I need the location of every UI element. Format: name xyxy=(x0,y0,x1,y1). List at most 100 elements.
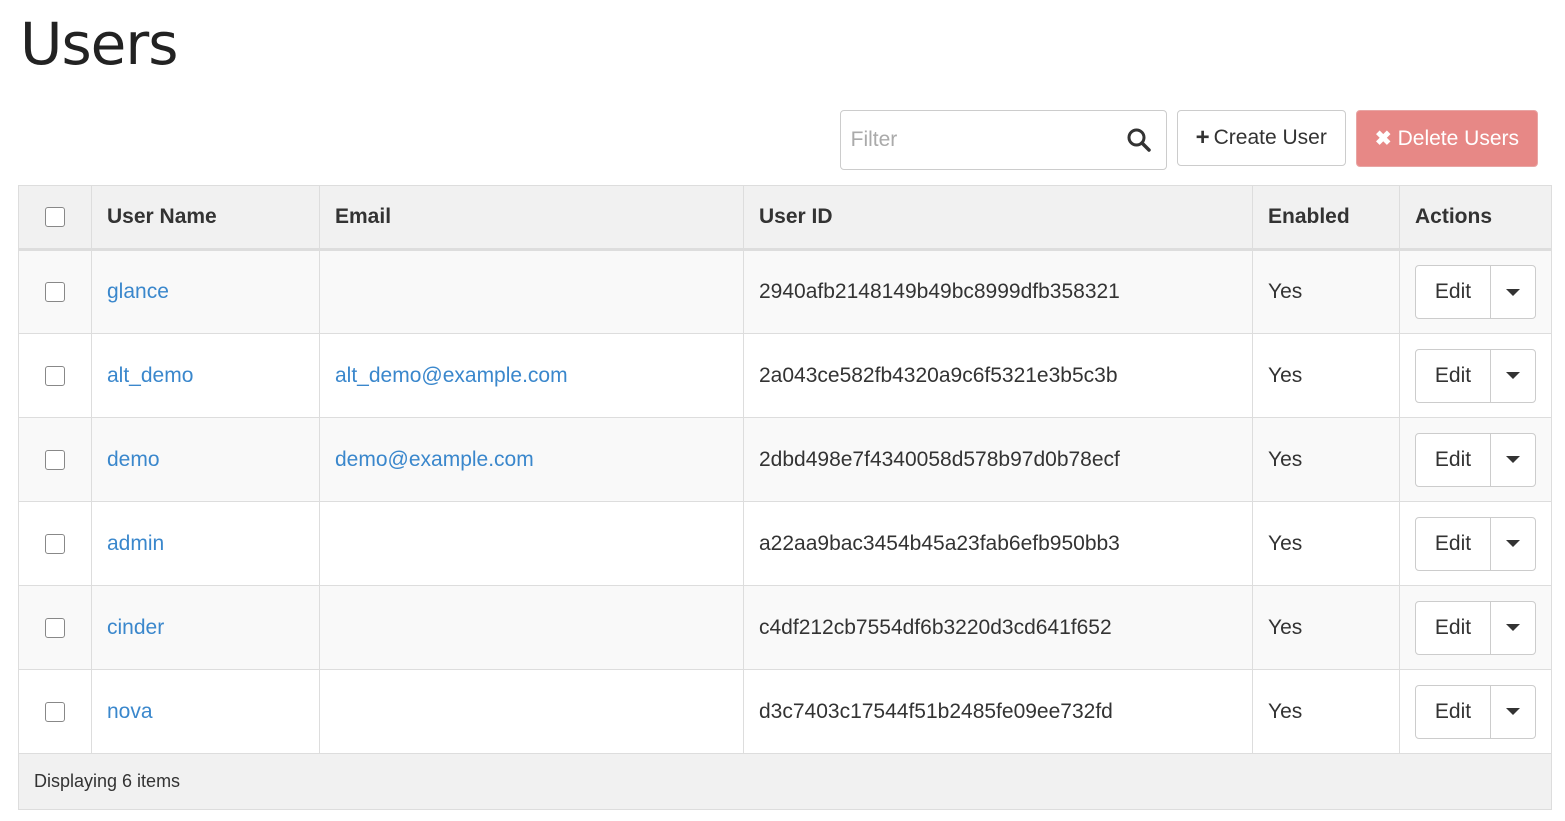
email-link[interactable]: alt_demo@example.com xyxy=(335,364,568,387)
table-toolbar: + Create User ✖ Delete Users xyxy=(839,110,1538,170)
user-name-link[interactable]: demo xyxy=(107,448,160,471)
user-name-cell: glance xyxy=(91,249,320,334)
edit-button[interactable]: Edit xyxy=(1416,349,1491,402)
column-header-user-id[interactable]: User ID xyxy=(743,185,1253,251)
row-checkbox[interactable] xyxy=(45,701,65,722)
email-cell: alt_demo@example.com xyxy=(319,333,744,418)
row-select-cell xyxy=(18,501,92,586)
actions-dropdown-toggle[interactable] xyxy=(1491,686,1535,738)
user-name-link[interactable]: nova xyxy=(107,700,153,723)
user-name-cell: demo xyxy=(91,417,320,502)
enabled-cell: Yes xyxy=(1252,249,1400,334)
create-user-label: Create User xyxy=(1213,126,1327,149)
chevron-down-icon xyxy=(1506,624,1520,631)
user-name-cell: admin xyxy=(91,501,320,586)
email-link[interactable]: demo@example.com xyxy=(335,448,534,471)
user-name-link[interactable]: cinder xyxy=(107,616,164,639)
actions-cell: Edit xyxy=(1399,333,1552,418)
row-actions-group: Edit xyxy=(1415,265,1536,319)
row-checkbox[interactable] xyxy=(45,617,65,638)
user-id-cell: c4df212cb7554df6b3220d3cd641f652 xyxy=(743,585,1253,670)
actions-dropdown-toggle[interactable] xyxy=(1491,266,1535,318)
row-checkbox[interactable] xyxy=(45,282,65,303)
row-checkbox[interactable] xyxy=(45,533,65,554)
chevron-down-icon xyxy=(1506,456,1520,463)
page-title: Users xyxy=(20,10,178,78)
edit-button[interactable]: Edit xyxy=(1416,601,1491,654)
chevron-down-icon xyxy=(1506,708,1520,715)
row-actions-group: Edit xyxy=(1415,600,1536,655)
enabled-cell: Yes xyxy=(1252,669,1400,754)
column-header-user-name[interactable]: User Name xyxy=(91,185,320,251)
table-row: alt_demo alt_demo@example.com 2a043ce582… xyxy=(18,333,1552,418)
edit-button[interactable]: Edit xyxy=(1416,266,1491,318)
table-row: cinder c4df212cb7554df6b3220d3cd641f652 … xyxy=(18,585,1552,670)
edit-button[interactable]: Edit xyxy=(1416,517,1491,570)
row-checkbox[interactable] xyxy=(45,449,65,470)
row-select-cell xyxy=(18,417,92,502)
filter-input[interactable] xyxy=(840,112,1111,168)
delete-users-button[interactable]: ✖ Delete Users xyxy=(1355,110,1538,167)
enabled-cell: Yes xyxy=(1252,333,1400,418)
actions-dropdown-toggle[interactable] xyxy=(1491,602,1535,654)
user-id-cell: 2a043ce582fb4320a9c6f5321e3b5c3b xyxy=(743,333,1253,418)
chevron-down-icon xyxy=(1506,540,1520,547)
row-actions-group: Edit xyxy=(1415,348,1536,403)
users-table: User Name Email User ID Enabled Actions … xyxy=(18,185,1552,810)
enabled-cell: Yes xyxy=(1252,585,1400,670)
search-icon[interactable] xyxy=(1126,127,1152,153)
plus-icon: + xyxy=(1195,124,1210,151)
row-select-cell xyxy=(18,333,92,418)
table-row: admin a22aa9bac3454b45a23fab6efb950bb3 Y… xyxy=(18,501,1552,586)
actions-cell: Edit xyxy=(1399,249,1552,334)
row-select-cell xyxy=(18,585,92,670)
user-name-link[interactable]: glance xyxy=(107,280,169,303)
chevron-down-icon xyxy=(1506,288,1520,296)
column-header-enabled[interactable]: Enabled xyxy=(1252,185,1400,251)
row-select-cell xyxy=(18,669,92,754)
email-cell xyxy=(319,669,744,754)
user-id-cell: a22aa9bac3454b45a23fab6efb950bb3 xyxy=(743,501,1253,586)
table-header-row: User Name Email User ID Enabled Actions xyxy=(18,185,1552,251)
item-count-text: Displaying 6 items xyxy=(18,753,1552,810)
row-actions-group: Edit xyxy=(1415,516,1536,571)
email-cell xyxy=(319,501,744,586)
user-id-cell: 2dbd498e7f4340058d578b97d0b78ecf xyxy=(743,417,1253,502)
actions-dropdown-toggle[interactable] xyxy=(1491,434,1535,486)
actions-dropdown-toggle[interactable] xyxy=(1491,350,1535,402)
create-user-button[interactable]: + Create User xyxy=(1176,110,1346,166)
actions-cell: Edit xyxy=(1399,417,1552,502)
actions-dropdown-toggle[interactable] xyxy=(1491,518,1535,570)
edit-button[interactable]: Edit xyxy=(1416,685,1491,738)
row-actions-group: Edit xyxy=(1415,432,1536,487)
user-name-link[interactable]: admin xyxy=(107,532,164,555)
email-cell xyxy=(319,249,744,334)
enabled-cell: Yes xyxy=(1252,417,1400,502)
user-name-cell: alt_demo xyxy=(91,333,320,418)
row-select-cell xyxy=(18,249,92,334)
actions-cell: Edit xyxy=(1399,501,1552,586)
email-cell: demo@example.com xyxy=(319,417,744,502)
user-id-cell: d3c7403c17544f51b2485fe09ee732fd xyxy=(743,669,1253,754)
actions-cell: Edit xyxy=(1399,669,1552,754)
select-all-checkbox[interactable] xyxy=(45,207,65,228)
user-name-cell: cinder xyxy=(91,585,320,670)
enabled-cell: Yes xyxy=(1252,501,1400,586)
user-name-cell: nova xyxy=(91,669,320,754)
select-all-cell xyxy=(18,185,92,251)
table-row: nova d3c7403c17544f51b2485fe09ee732fd Ye… xyxy=(18,669,1552,754)
filter-box xyxy=(839,110,1167,170)
column-header-email[interactable]: Email xyxy=(319,185,744,251)
table-body: glance 2940afb2148149b49bc8999dfb358321 … xyxy=(18,249,1552,754)
email-cell xyxy=(319,585,744,670)
row-actions-group: Edit xyxy=(1415,684,1536,739)
row-checkbox[interactable] xyxy=(45,365,65,386)
delete-users-label: Delete Users xyxy=(1397,126,1519,150)
user-name-link[interactable]: alt_demo xyxy=(107,364,193,387)
close-icon: ✖ xyxy=(1374,128,1392,150)
table-row: glance 2940afb2148149b49bc8999dfb358321 … xyxy=(18,249,1552,334)
user-id-cell: 2940afb2148149b49bc8999dfb358321 xyxy=(743,249,1253,334)
edit-button[interactable]: Edit xyxy=(1416,433,1491,486)
column-header-actions: Actions xyxy=(1399,185,1552,251)
table-footer-row: Displaying 6 items xyxy=(18,753,1552,810)
